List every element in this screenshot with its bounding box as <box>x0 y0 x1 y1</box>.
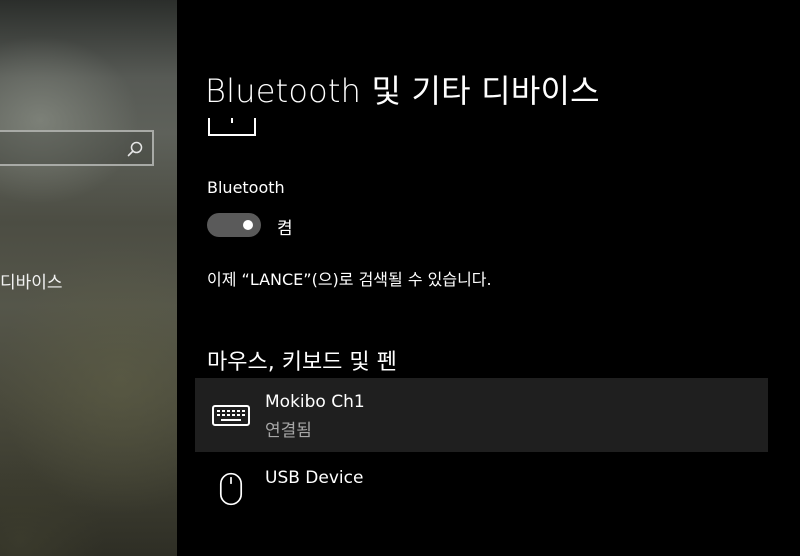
keyboard-icon <box>212 405 250 426</box>
device-status: 연결됨 <box>265 421 312 441</box>
main-content: Bluetooth 및 기타 디바이스 Bluetooth 켬 이제 “LANC… <box>177 0 800 556</box>
mouse-icon <box>219 472 243 506</box>
bluetooth-toggle[interactable] <box>207 213 261 237</box>
search-box[interactable] <box>0 130 154 166</box>
sidebar: 디바이스 <box>0 0 177 556</box>
toggle-knob <box>243 220 253 230</box>
device-name: USB Device <box>265 468 364 488</box>
section-heading: 마우스, 키보드 및 펜 <box>207 350 397 375</box>
add-device-icon[interactable] <box>208 118 256 136</box>
sidebar-item-devices[interactable]: 디바이스 <box>0 268 63 293</box>
device-item-usb[interactable]: USB Device <box>195 452 768 526</box>
search-input[interactable] <box>4 138 118 160</box>
device-item-mokibo[interactable]: Mokibo Ch1 연결됨 <box>195 378 768 452</box>
settings-window: 디바이스 Bluetooth 및 기타 디바이스 Bluetooth 켬 이제 … <box>0 0 800 556</box>
device-name: Mokibo Ch1 <box>265 392 365 412</box>
discoverable-status: 이제 “LANCE”(으)로 검색될 수 있습니다. <box>207 270 492 289</box>
sidebar-item-label: 디바이스 <box>0 273 63 293</box>
toggle-state-label: 켬 <box>277 219 293 239</box>
page-title: Bluetooth 및 기타 디바이스 <box>205 72 600 110</box>
bluetooth-label: Bluetooth <box>207 178 285 197</box>
search-icon[interactable] <box>126 140 144 158</box>
